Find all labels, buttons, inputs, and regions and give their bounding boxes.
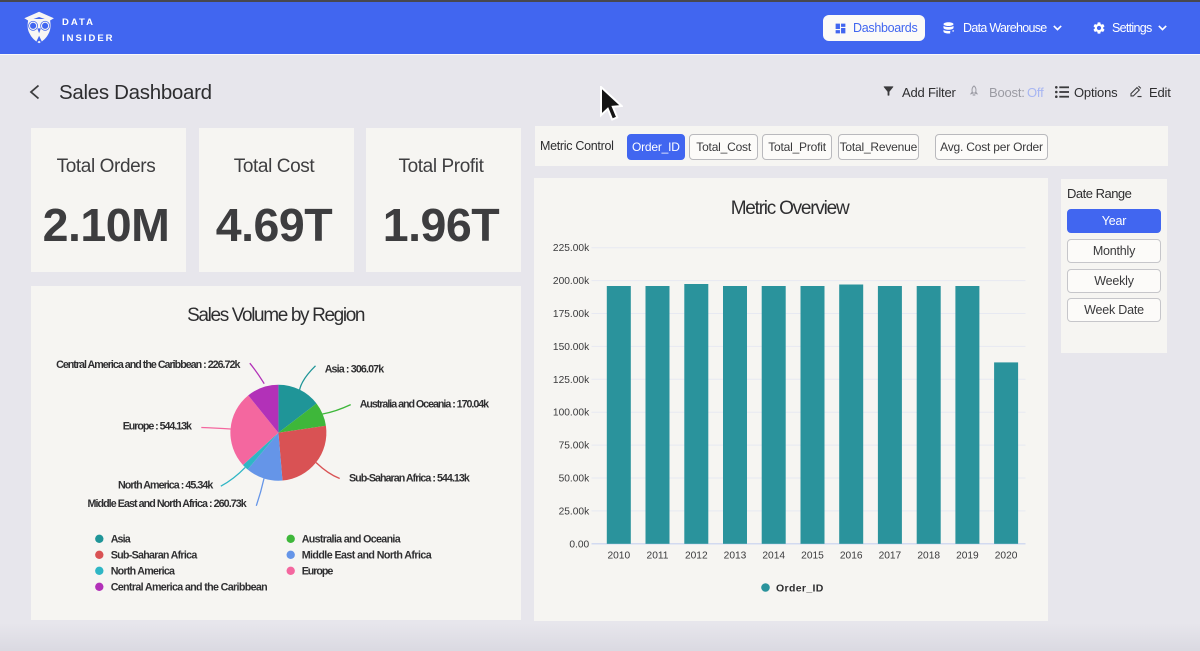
svg-text:Europe: Europe bbox=[302, 566, 334, 578]
svg-text:2010: 2010 bbox=[607, 551, 630, 562]
svg-text:150.00k: 150.00k bbox=[553, 342, 590, 353]
svg-text:North America: North America bbox=[111, 566, 176, 578]
svg-text:2015: 2015 bbox=[801, 551, 824, 562]
svg-text:2014: 2014 bbox=[762, 551, 785, 562]
svg-text:0.00: 0.00 bbox=[569, 539, 589, 550]
svg-text:50.00k: 50.00k bbox=[559, 474, 590, 485]
svg-text:Australia and Oceania : 170.04: Australia and Oceania : 170.04k bbox=[360, 399, 489, 411]
svg-text:225.00k: 225.00k bbox=[553, 243, 590, 254]
svg-text:Asia : 306.07k: Asia : 306.07k bbox=[325, 363, 385, 375]
svg-text:25.00k: 25.00k bbox=[559, 506, 590, 517]
svg-text:2019: 2019 bbox=[956, 551, 979, 562]
svg-text:2017: 2017 bbox=[879, 551, 902, 562]
svg-text:Middle East and North Africa :: Middle East and North Africa : 260.73k bbox=[88, 498, 247, 510]
svg-text:Sub-Saharan Africa: Sub-Saharan Africa bbox=[111, 550, 199, 562]
svg-text:100.00k: 100.00k bbox=[553, 408, 590, 419]
svg-text:Sales Volume by Region: Sales Volume by Region bbox=[187, 305, 365, 326]
svg-text:2020: 2020 bbox=[995, 551, 1018, 562]
svg-text:Metric Overview: Metric Overview bbox=[731, 198, 850, 219]
svg-text:125.00k: 125.00k bbox=[553, 375, 590, 386]
svg-text:Central America and the Caribb: Central America and the Caribbean : 226.… bbox=[56, 359, 240, 371]
svg-text:2018: 2018 bbox=[917, 551, 940, 562]
svg-text:75.00k: 75.00k bbox=[559, 441, 590, 452]
svg-text:2012: 2012 bbox=[685, 551, 708, 562]
svg-text:Order_ID: Order_ID bbox=[776, 582, 824, 594]
svg-text:175.00k: 175.00k bbox=[553, 309, 590, 320]
svg-text:2011: 2011 bbox=[647, 551, 669, 562]
svg-text:Sub-Saharan Africa : 544.13k: Sub-Saharan Africa : 544.13k bbox=[349, 472, 470, 484]
svg-text:Central America and the Caribb: Central America and the Caribbean bbox=[111, 582, 268, 594]
svg-text:Europe : 544.13k: Europe : 544.13k bbox=[123, 420, 192, 432]
svg-text:200.00k: 200.00k bbox=[553, 276, 590, 287]
svg-text:2013: 2013 bbox=[724, 551, 747, 562]
svg-text:Middle East and North Africa: Middle East and North Africa bbox=[302, 550, 433, 562]
svg-text:Australia and Oceania: Australia and Oceania bbox=[302, 534, 402, 546]
svg-text:Asia: Asia bbox=[111, 534, 132, 546]
svg-text:2016: 2016 bbox=[840, 551, 863, 562]
svg-text:North America : 45.34k: North America : 45.34k bbox=[118, 480, 213, 492]
